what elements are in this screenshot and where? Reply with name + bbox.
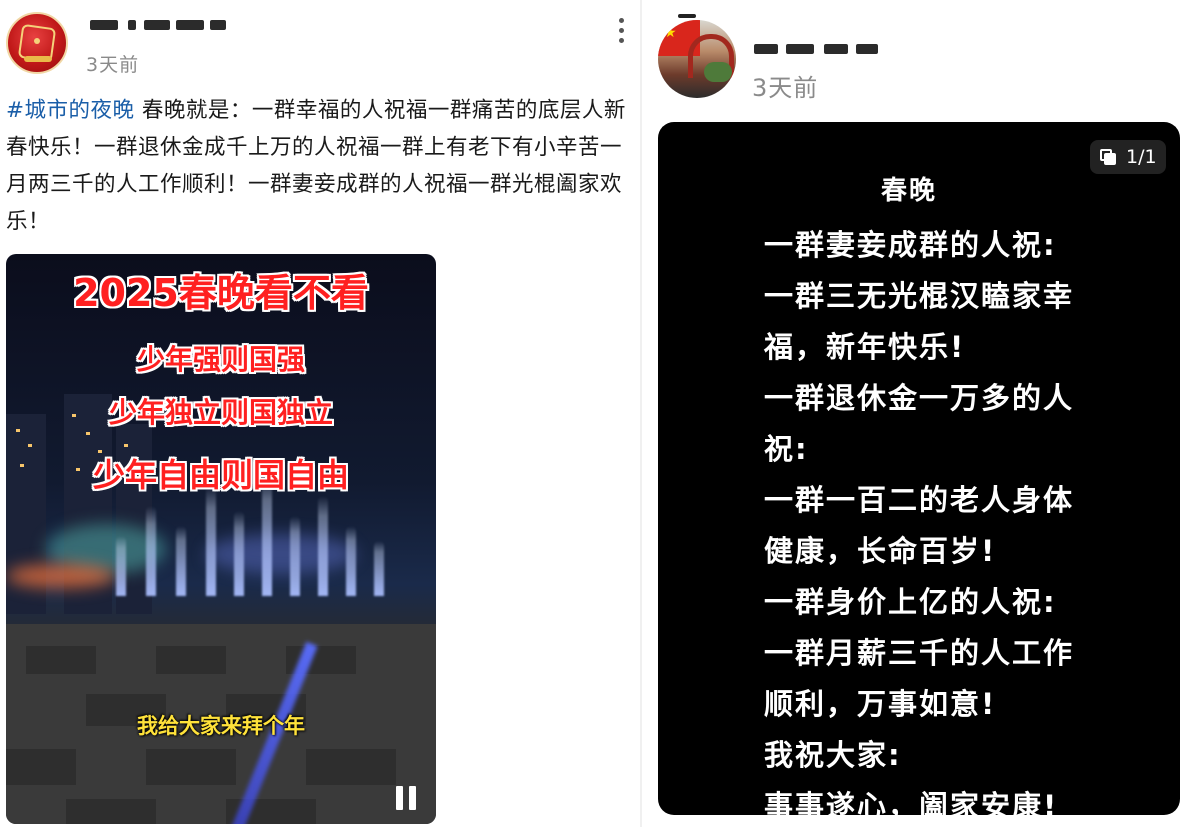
image-counter-badge: 1/1 — [1090, 140, 1166, 174]
name-fragment — [90, 20, 118, 30]
video-line-1: 少年强则国强 — [136, 343, 305, 376]
hashtag-link[interactable]: #城市的夜晚 — [6, 98, 135, 123]
name-fragment — [144, 20, 170, 30]
poem-line: 我祝大家: — [764, 738, 902, 772]
status-indicator — [678, 14, 696, 18]
name-fragment — [176, 20, 204, 30]
poem-line: 健康，长命百岁! — [764, 534, 997, 568]
name-fragment — [856, 44, 878, 54]
poem-line: 一群一百二的老人身体 — [764, 483, 1075, 517]
poem-line: 事事遂心，阖家安康! — [764, 789, 1059, 823]
author-name-left[interactable] — [84, 6, 234, 32]
poem-line: 顺利，万事如意! — [764, 687, 997, 721]
name-fragment — [786, 44, 814, 54]
image-counter-label: 1/1 — [1126, 146, 1157, 168]
name-fragment — [128, 20, 136, 30]
poem-line: 祝: — [764, 432, 809, 466]
poem-body: 一群妻妾成群的人祝: 一群三无光棍汉瞌家幸 福，新年快乐! 一群退休金一万多的人… — [764, 220, 1084, 827]
poem-line: 福，新年快乐! — [764, 330, 966, 364]
author-avatar-left[interactable] — [6, 12, 68, 74]
author-avatar-right[interactable]: ★ — [658, 20, 736, 98]
multi-image-icon — [1100, 149, 1116, 165]
video-title: 2025春晚看不看 — [73, 271, 369, 315]
name-fragment — [210, 20, 226, 30]
tree-shape — [704, 62, 732, 82]
name-fragment — [824, 44, 848, 54]
video-subtitle: 我给大家来拜个年 — [137, 714, 305, 738]
post-time-right: 3天前 — [752, 74, 819, 102]
poem-line: 一群三无光棍汉瞌家幸 — [764, 279, 1075, 313]
poem-line: 一群月薪三千的人工作 — [764, 636, 1075, 670]
poem-title: 春晚 — [880, 176, 937, 206]
gold-bar — [24, 56, 52, 62]
video-line-3: 少年自由则国自由 — [92, 456, 349, 494]
pause-icon[interactable] — [396, 786, 418, 812]
author-name-right[interactable] — [752, 34, 902, 54]
post-body-left: #城市的夜晚 春晚就是：一群幸福的人祝福一群痛苦的底层人新春快乐！一群退休金成千… — [6, 92, 632, 240]
poem-line: 一群退休金一万多的人 — [764, 381, 1075, 415]
poem-line: 一群妻妾成群的人祝: — [764, 228, 1057, 262]
video-line-2: 少年独立则国独立 — [108, 396, 333, 429]
post-time-left: 3天前 — [86, 54, 140, 76]
video-player[interactable]: 2025春晚看不看 少年强则国强 少年独立则国独立 少年自由则国自由 我给大家来… — [6, 254, 436, 824]
name-fragment — [754, 44, 778, 54]
seal-dot — [34, 38, 40, 44]
more-vertical-icon[interactable] — [614, 16, 628, 44]
poem-line: 一群身价上亿的人祝: — [764, 585, 1057, 619]
star-icon: ★ — [664, 25, 677, 41]
